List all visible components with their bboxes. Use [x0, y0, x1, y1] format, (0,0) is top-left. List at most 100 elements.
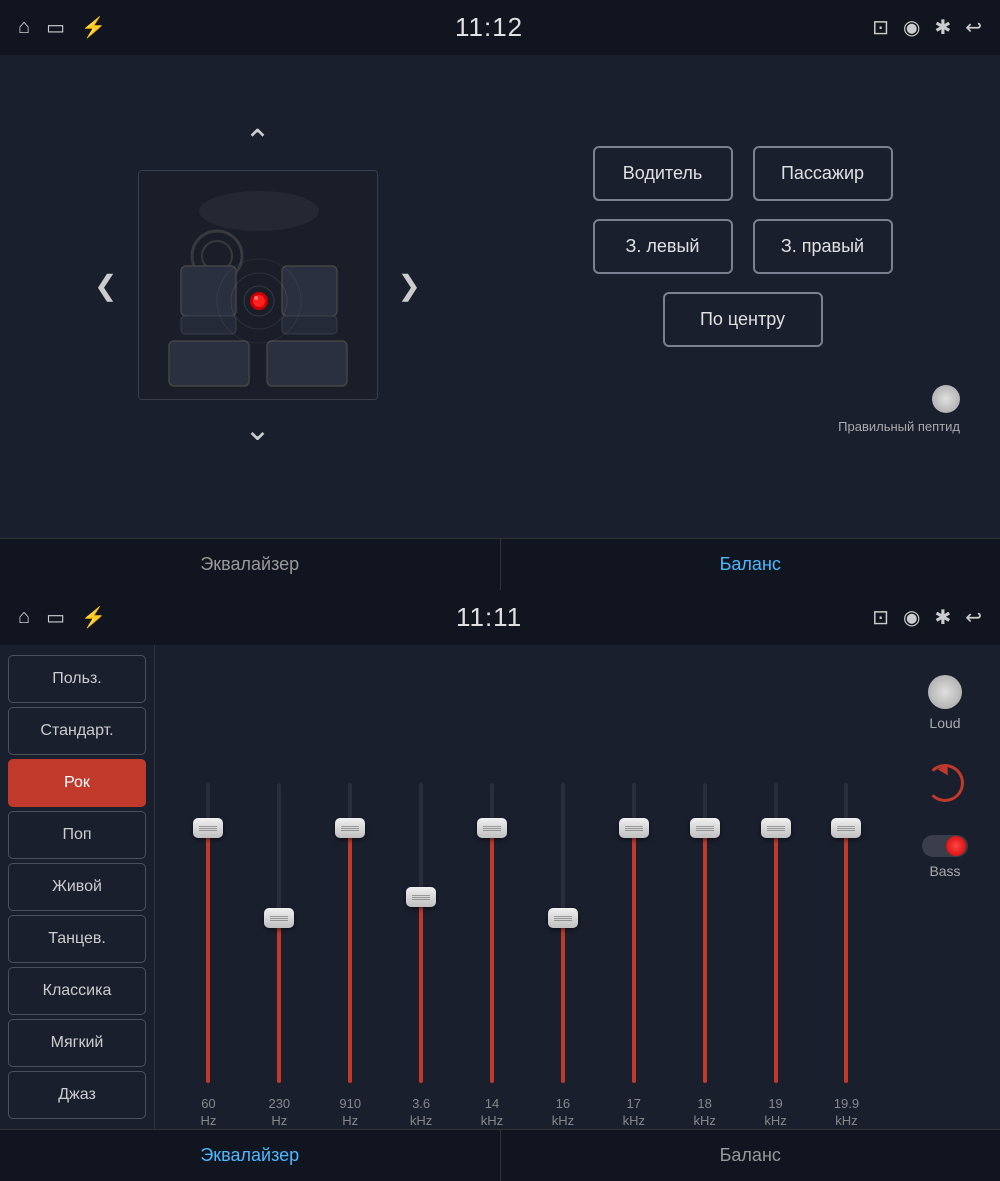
bass-label: Bass: [929, 863, 960, 879]
slider-thumb-1[interactable]: [264, 908, 294, 928]
top-status-bar: ⌂ ▭ ⚡ 11:12 ⊡ ◉ ✱ ↩: [0, 0, 1000, 55]
preset-item-7[interactable]: Мягкий: [8, 1019, 146, 1067]
screen-icon[interactable]: ▭: [46, 15, 65, 40]
center-button[interactable]: По центру: [663, 292, 823, 347]
slider-wrapper-1[interactable]: [260, 783, 298, 1083]
slider-track-6: [632, 783, 636, 1083]
slider-fill-0: [206, 828, 210, 1083]
freq-label-8: 19kHz: [764, 1096, 786, 1130]
slider-wrapper-3[interactable]: [402, 783, 440, 1083]
back-icon[interactable]: ↩: [965, 15, 982, 40]
top-status-left: ⌂ ▭ ⚡: [18, 15, 106, 40]
balance-content: ⌃ ❮: [0, 55, 1000, 515]
bass-knob: [946, 836, 966, 856]
slider-fill-9: [844, 828, 848, 1083]
preset-item-1[interactable]: Стандарт.: [8, 707, 146, 755]
slider-col-3: 3.6kHz: [402, 783, 440, 1130]
slider-wrapper-5[interactable]: [544, 783, 582, 1083]
slider-col-6: 17kHz: [615, 783, 653, 1130]
slider-track-1: [277, 783, 281, 1083]
slider-col-7: 18kHz: [686, 783, 724, 1130]
tab-equalizer-top[interactable]: Эквалайзер: [0, 539, 501, 590]
cast-icon-2[interactable]: ⊡: [872, 605, 889, 630]
home-icon-2[interactable]: ⌂: [18, 606, 30, 629]
home-icon[interactable]: ⌂: [18, 16, 30, 39]
location-icon[interactable]: ◉: [903, 15, 920, 40]
slider-thumb-8[interactable]: [761, 818, 791, 838]
tab-equalizer-bottom[interactable]: Эквалайзер: [0, 1130, 501, 1181]
slider-fill-3: [419, 897, 423, 1083]
preset-item-4[interactable]: Живой: [8, 863, 146, 911]
preset-item-3[interactable]: Поп: [8, 811, 146, 859]
back-icon-2[interactable]: ↩: [965, 605, 982, 630]
location-icon-2[interactable]: ◉: [903, 605, 920, 630]
toggle-area: Правильный пептид: [515, 385, 970, 434]
arrow-left-button[interactable]: ❮: [84, 264, 127, 307]
preset-item-2[interactable]: Рок: [8, 759, 146, 807]
bottom-status-bar: ⌂ ▭ ⚡ 11:11 ⊡ ◉ ✱ ↩: [0, 590, 1000, 645]
tab-balance-bottom[interactable]: Баланс: [501, 1130, 1000, 1181]
slider-wrapper-9[interactable]: [827, 783, 865, 1083]
sliders-container: 60Hz230Hz910Hz3.6kHz14kHz16kHz17kHz18kHz…: [175, 665, 880, 1135]
car-image[interactable]: [138, 170, 378, 400]
rear-left-button[interactable]: З. левый: [593, 219, 733, 274]
top-panel-tabs: Эквалайзер Баланс: [0, 538, 1000, 590]
cast-icon[interactable]: ⊡: [872, 15, 889, 40]
slider-col-2: 910Hz: [331, 783, 369, 1130]
arrow-down-button[interactable]: ⌄: [244, 410, 271, 448]
rear-right-button[interactable]: З. правый: [753, 219, 893, 274]
slider-thumb-6[interactable]: [619, 818, 649, 838]
slider-wrapper-6[interactable]: [615, 783, 653, 1083]
passenger-button[interactable]: Пассажир: [753, 146, 893, 201]
freq-label-7: 18kHz: [693, 1096, 715, 1130]
loud-toggle[interactable]: [928, 675, 962, 709]
screen-icon-2[interactable]: ▭: [46, 605, 65, 630]
slider-fill-2: [348, 828, 352, 1083]
slider-wrapper-2[interactable]: [331, 783, 369, 1083]
slider-wrapper-8[interactable]: [757, 783, 795, 1083]
bluetooth-icon-2[interactable]: ✱: [934, 605, 951, 630]
slider-thumb-7[interactable]: [690, 818, 720, 838]
bottom-status-right: ⊡ ◉ ✱ ↩: [872, 605, 982, 630]
rear-seat-row: З. левый З. правый: [593, 219, 893, 274]
slider-col-9: 19.9kHz: [827, 783, 865, 1130]
arrow-up-button[interactable]: ⌃: [244, 122, 271, 160]
slider-thumb-5[interactable]: [548, 908, 578, 928]
preset-item-5[interactable]: Танцев.: [8, 915, 146, 963]
reset-button[interactable]: [923, 761, 967, 805]
bluetooth-icon[interactable]: ✱: [934, 15, 951, 40]
driver-button[interactable]: Водитель: [593, 146, 733, 201]
usb-icon-2[interactable]: ⚡: [81, 605, 106, 630]
slider-thumb-3[interactable]: [406, 887, 436, 907]
slider-wrapper-7[interactable]: [686, 783, 724, 1083]
bass-toggle[interactable]: [922, 835, 968, 857]
tab-balance-top[interactable]: Баланс: [501, 539, 1000, 590]
bottom-panel: ⌂ ▭ ⚡ 11:11 ⊡ ◉ ✱ ↩ Польз.Стандарт.РокПо…: [0, 590, 1000, 1181]
slider-wrapper-0[interactable]: [189, 783, 227, 1083]
slider-fill-4: [490, 828, 494, 1083]
slider-track-4: [490, 783, 494, 1083]
slider-track-0: [206, 783, 210, 1083]
slider-col-8: 19kHz: [757, 783, 795, 1130]
slider-track-7: [703, 783, 707, 1083]
preset-item-0[interactable]: Польз.: [8, 655, 146, 703]
preset-item-6[interactable]: Классика: [8, 967, 146, 1015]
bass-track[interactable]: [922, 835, 968, 857]
eq-sliders-area: 60Hz230Hz910Hz3.6kHz14kHz16kHz17kHz18kHz…: [155, 645, 890, 1145]
slider-thumb-4[interactable]: [477, 818, 507, 838]
slider-fill-6: [632, 828, 636, 1083]
bottom-clock: 11:11: [456, 602, 522, 633]
arrow-right-button[interactable]: ❯: [388, 264, 431, 307]
slider-track-8: [774, 783, 778, 1083]
slider-thumb-0[interactable]: [193, 818, 223, 838]
car-row: ❮: [84, 170, 431, 400]
usb-icon[interactable]: ⚡: [81, 15, 106, 40]
balance-toggle[interactable]: [932, 385, 960, 413]
front-seat-row: Водитель Пассажир: [593, 146, 893, 201]
bottom-panel-tabs: Эквалайзер Баланс: [0, 1129, 1000, 1181]
slider-wrapper-4[interactable]: [473, 783, 511, 1083]
slider-thumb-9[interactable]: [831, 818, 861, 838]
slider-thumb-2[interactable]: [335, 818, 365, 838]
reset-icon: [926, 764, 964, 802]
preset-item-8[interactable]: Джаз: [8, 1071, 146, 1119]
